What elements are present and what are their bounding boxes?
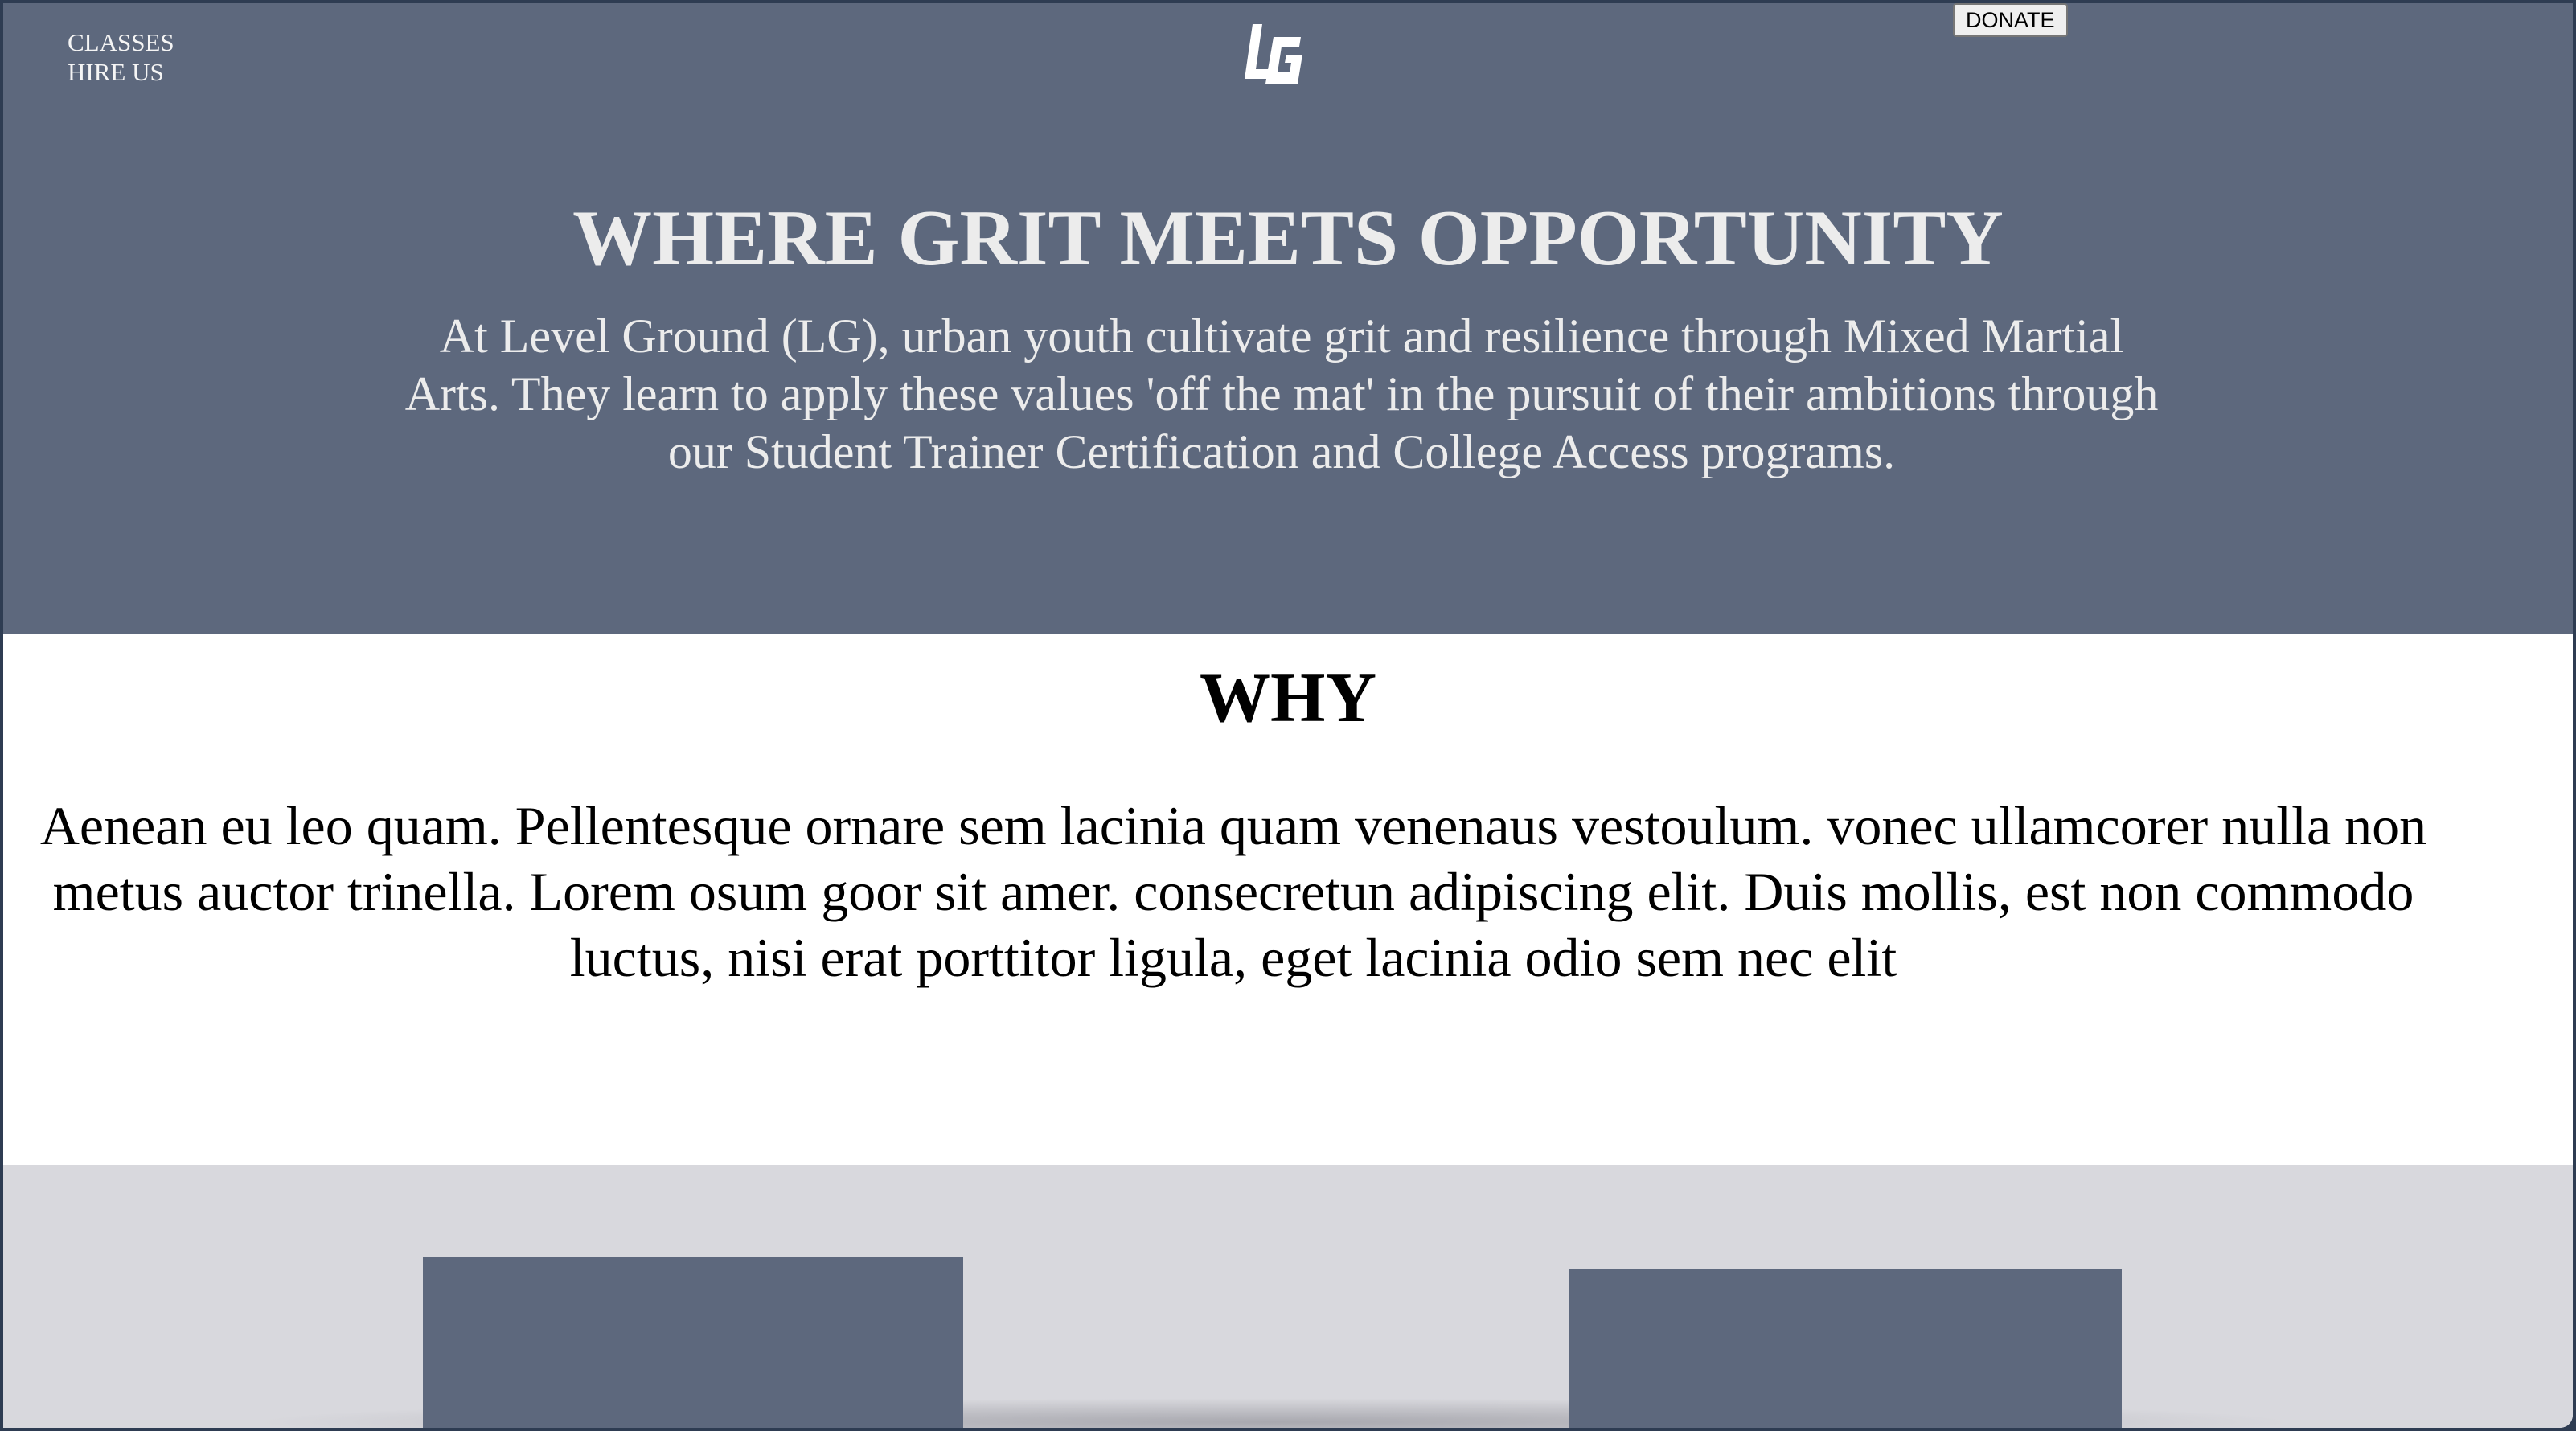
hero-description: At Level Ground (LG), urban youth cultiv… xyxy=(404,310,2159,478)
lg-logo[interactable] xyxy=(1241,21,1306,90)
page: CLASSES HIRE US DONATE WHERE GRIT MEETS … xyxy=(3,3,2573,1428)
hero-section: CLASSES HIRE US DONATE WHERE GRIT MEETS … xyxy=(3,3,2573,634)
nav-item-classes[interactable]: CLASSES xyxy=(68,27,174,57)
programs-section xyxy=(3,1165,2573,1428)
why-description: Aenean eu leo quam. Pellentesque ornare … xyxy=(39,795,2427,988)
main-nav: CLASSES HIRE US xyxy=(68,27,174,87)
donate-button[interactable]: DONATE xyxy=(1953,3,2068,37)
nav-item-hire-us[interactable]: HIRE US xyxy=(68,57,174,87)
program-card[interactable] xyxy=(423,1257,963,1428)
hero-title: WHERE GRIT MEETS OPPORTUNITY xyxy=(572,195,2004,282)
program-card[interactable] xyxy=(1569,1269,2122,1428)
why-title: WHY xyxy=(1200,659,1376,737)
